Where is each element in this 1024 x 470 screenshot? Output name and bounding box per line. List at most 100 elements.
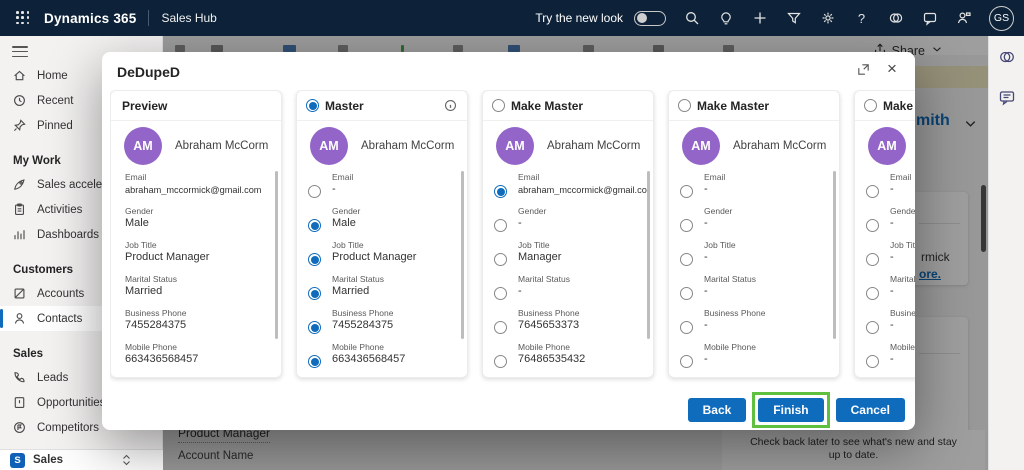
record-card-make-master-4: Make MasterAMAbraham McCormickEmail-Gend… <box>854 90 915 378</box>
avatar: AM <box>868 127 906 165</box>
field-value-radio[interactable] <box>308 253 321 266</box>
card-header-label: Master <box>325 99 364 113</box>
hamburger-icon[interactable] <box>12 46 28 57</box>
close-icon[interactable]: × <box>883 58 901 80</box>
field-value-radio[interactable] <box>308 219 321 232</box>
card-header: Preview <box>111 91 281 121</box>
field-value: - <box>518 217 647 229</box>
field-value-radio[interactable] <box>680 287 693 300</box>
field-value: - <box>890 285 915 297</box>
field-value-radio[interactable] <box>866 185 879 198</box>
master-select-radio[interactable] <box>306 99 319 112</box>
card-scrollbar[interactable] <box>647 171 650 339</box>
user-avatar[interactable]: GS <box>989 6 1014 31</box>
field-job-title: Job TitleProduct Manager <box>297 239 467 273</box>
field-label: Email <box>332 172 353 182</box>
teams-chat-icon[interactable] <box>921 10 938 27</box>
field-label: Business Phone <box>704 308 765 318</box>
contact-summary: AMAbraham McCormick <box>669 121 839 171</box>
field-value-radio[interactable] <box>680 185 693 198</box>
field-job-title: Job TitleManager <box>483 239 653 273</box>
field-value-radio[interactable] <box>866 253 879 266</box>
field-value-radio[interactable] <box>680 321 693 334</box>
field-value: - <box>890 183 915 195</box>
field-value: - <box>704 285 833 297</box>
field-value: Male <box>125 217 275 229</box>
field-value-radio[interactable] <box>308 185 321 198</box>
cancel-button[interactable]: Cancel <box>836 398 905 422</box>
help-icon[interactable]: ? <box>853 10 870 27</box>
field-label: Gender <box>332 206 360 216</box>
field-value-radio[interactable] <box>308 355 321 368</box>
field-list: Emailabraham_mccormick@gmail.comGender-J… <box>483 171 653 375</box>
field-label: Business Phone <box>125 308 186 318</box>
card-scrollbar[interactable] <box>275 171 278 339</box>
gear-icon[interactable] <box>819 10 836 27</box>
search-icon[interactable] <box>683 10 700 27</box>
area-switcher[interactable]: S Sales <box>0 449 163 470</box>
back-button[interactable]: Back <box>688 398 747 422</box>
sidebar-item-label: Pinned <box>37 120 73 132</box>
field-value-radio[interactable] <box>866 321 879 334</box>
field-list: Emailabraham_mccormick@gmail.comGenderMa… <box>111 171 281 375</box>
copilot-icon[interactable] <box>887 10 904 27</box>
avatar: AM <box>682 127 720 165</box>
field-value-radio[interactable] <box>866 355 879 368</box>
field-value-radio[interactable] <box>494 355 507 368</box>
field-label: Email <box>704 172 725 182</box>
contact-summary: AMAbraham McCormick <box>111 121 281 171</box>
popout-icon[interactable] <box>856 62 872 78</box>
field-mobile-phone: Mobile Phone- <box>669 341 839 375</box>
field-value-radio[interactable] <box>680 219 693 232</box>
user-add-icon[interactable] <box>955 10 972 27</box>
field-label: Mobile Phone <box>125 342 177 352</box>
field-value-radio[interactable] <box>308 287 321 300</box>
field-value-radio[interactable] <box>494 253 507 266</box>
field-value-radio[interactable] <box>494 321 507 334</box>
field-value-radio[interactable] <box>494 219 507 232</box>
master-select-radio[interactable] <box>678 99 691 112</box>
record-card-preview: PreviewAMAbraham McCormickEmailabraham_m… <box>110 90 282 378</box>
field-mobile-phone: Mobile Phone- <box>855 341 915 375</box>
field-value-radio[interactable] <box>494 185 507 198</box>
app-name: Dynamics 365 <box>44 11 136 26</box>
plus-icon[interactable] <box>751 10 768 27</box>
sidebar-item-label: Dashboards <box>37 229 99 241</box>
field-value-radio[interactable] <box>866 287 879 300</box>
duplicate-cards-row: PreviewAMAbraham McCormickEmailabraham_m… <box>110 90 915 386</box>
field-label: Gender <box>704 206 732 216</box>
copilot-icon[interactable] <box>998 48 1016 66</box>
area-switcher-label: Sales <box>33 454 63 466</box>
master-select-radio[interactable] <box>864 99 877 112</box>
field-value: 663436568457 <box>125 353 275 365</box>
field-gender: Gender- <box>855 205 915 239</box>
field-mobile-phone: Mobile Phone76486535432 <box>483 341 653 375</box>
master-select-radio[interactable] <box>492 99 505 112</box>
record-card-master-1: MasterAMAbraham McCormickEmail-GenderMal… <box>296 90 468 378</box>
waffle-icon[interactable] <box>16 11 30 25</box>
filter-icon[interactable] <box>785 10 802 27</box>
field-label: Job Title <box>125 240 157 250</box>
card-scrollbar[interactable] <box>833 171 836 339</box>
field-value-radio[interactable] <box>308 321 321 334</box>
field-value-radio[interactable] <box>680 253 693 266</box>
area-name[interactable]: Sales Hub <box>161 11 216 25</box>
dashboard-icon <box>12 227 28 243</box>
field-label: Business Phone <box>332 308 393 318</box>
top-header-bar: Dynamics 365 Sales Hub Try the new look … <box>0 0 1024 36</box>
clipboard-icon <box>12 202 28 218</box>
avatar: AM <box>124 127 162 165</box>
new-look-toggle[interactable] <box>634 11 666 26</box>
field-email: Emailabraham_mccormick@gmail.com <box>483 171 653 205</box>
feedback-chat-icon[interactable] <box>998 88 1016 106</box>
info-icon[interactable] <box>443 98 458 113</box>
area-switcher-chevrons-icon <box>122 454 131 466</box>
screen: Dynamics 365 Sales Hub Try the new look … <box>0 0 1024 470</box>
field-value-radio[interactable] <box>680 355 693 368</box>
field-value-radio[interactable] <box>866 219 879 232</box>
lightbulb-icon[interactable] <box>717 10 734 27</box>
finish-button[interactable]: Finish <box>758 398 823 422</box>
field-value-radio[interactable] <box>494 287 507 300</box>
card-scrollbar[interactable] <box>461 171 464 339</box>
record-card-make-master-2: Make MasterAMAbraham McCormickEmailabrah… <box>482 90 654 378</box>
